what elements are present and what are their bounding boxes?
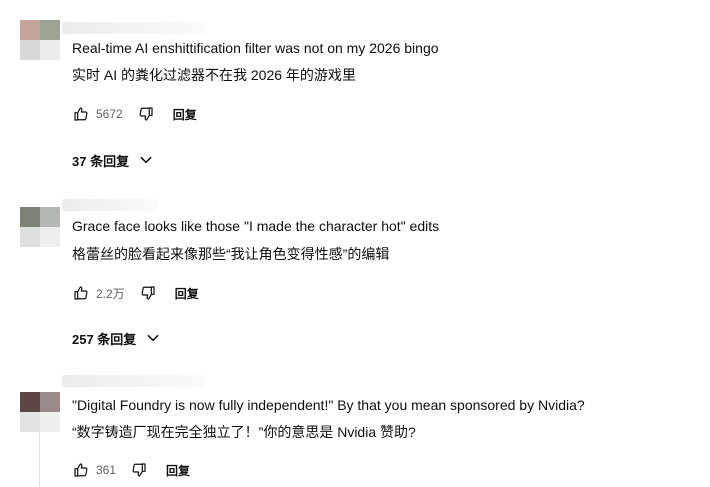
- avatar[interactable]: [20, 207, 60, 247]
- avatar[interactable]: [20, 20, 60, 60]
- replies-count-label: 257 条回复: [72, 331, 137, 347]
- comment-toolbar: 361 回复: [72, 460, 190, 480]
- reply-button[interactable]: 回复: [175, 285, 199, 302]
- thumbs-up-icon[interactable]: [72, 105, 90, 123]
- thumbs-up-icon[interactable]: [72, 461, 90, 479]
- comment-toolbar: 5672 回复: [72, 104, 197, 124]
- like-count: 5672: [96, 107, 123, 121]
- like-count: 2.2万: [96, 286, 125, 301]
- comment-text: "Digital Foundry is now fully independen…: [72, 397, 585, 413]
- comment-text: Real-time AI enshittification filter was…: [72, 40, 439, 56]
- thumbs-down-icon[interactable]: [137, 105, 155, 123]
- thumbs-up-icon[interactable]: [72, 284, 90, 302]
- author-name-obscured: [62, 375, 204, 387]
- reply-button[interactable]: 回复: [166, 462, 190, 479]
- like-count: 361: [96, 463, 117, 477]
- comment-translation: “数字铸造厂现在完全独立了！”你的意思是 Nvidia 赞助?: [72, 424, 416, 440]
- thumbs-down-icon[interactable]: [130, 461, 148, 479]
- replies-count-label: 37 条回复: [72, 153, 130, 169]
- chevron-down-icon: [139, 153, 153, 167]
- comment-translation: 实时 AI 的粪化过滤器不在我 2026 年的游戏里: [72, 67, 356, 83]
- author-name-obscured: [62, 22, 204, 34]
- thumbs-down-icon[interactable]: [139, 284, 157, 302]
- avatar[interactable]: [20, 392, 60, 432]
- chevron-down-icon: [146, 331, 160, 345]
- view-replies-button[interactable]: 37 条回复: [72, 150, 153, 170]
- view-replies-button[interactable]: 257 条回复: [72, 328, 160, 348]
- comment-translation: 格蕾丝的脸看起来像那些“我让角色变得性感”的编辑: [72, 246, 390, 262]
- comment-toolbar: 2.2万 回复: [72, 283, 199, 303]
- comment-text: Grace face looks like those "I made the …: [72, 218, 440, 234]
- reply-button[interactable]: 回复: [173, 106, 197, 123]
- thread-divider: [39, 432, 40, 487]
- author-name-obscured: [62, 199, 158, 211]
